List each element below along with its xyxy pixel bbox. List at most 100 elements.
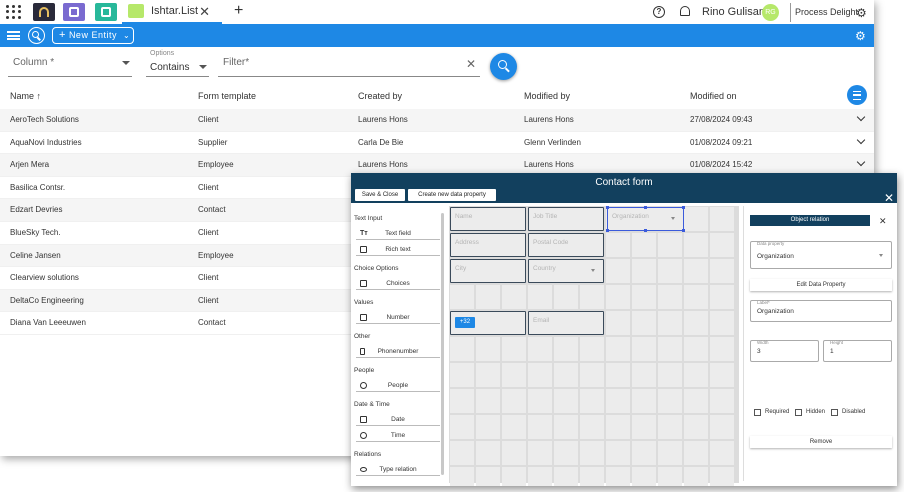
palette-text-field[interactable]: Tт Text field <box>356 228 440 240</box>
grid-cell[interactable] <box>502 363 526 387</box>
options-select[interactable]: Options Contains <box>146 50 209 77</box>
field-phone[interactable]: +32 <box>450 311 526 335</box>
grid-cell[interactable] <box>710 363 734 387</box>
resize-handle[interactable] <box>682 229 685 232</box>
field-address[interactable]: Address <box>450 233 526 257</box>
grid-cell[interactable] <box>450 415 474 439</box>
settings-gear-icon[interactable]: ⚙ <box>856 6 867 20</box>
save-close-button[interactable]: Save & Close <box>355 189 405 201</box>
grid-cell[interactable] <box>606 311 630 335</box>
grid-cell[interactable] <box>528 467 552 486</box>
palette-number[interactable]: Number <box>356 312 440 324</box>
menu-icon[interactable] <box>7 31 20 40</box>
palette-rich-text[interactable]: Rich text <box>356 244 440 256</box>
app-tile-1[interactable] <box>33 3 55 21</box>
grid-cell[interactable] <box>554 441 578 465</box>
grid-cell[interactable] <box>710 207 734 231</box>
grid-cell[interactable] <box>606 285 630 309</box>
help-icon[interactable]: ? <box>653 6 665 18</box>
grid-cell[interactable] <box>476 389 500 413</box>
grid-cell[interactable] <box>632 467 656 486</box>
toolbar-gear-icon[interactable]: ⚙ <box>855 29 866 43</box>
resize-handle[interactable] <box>644 206 647 209</box>
app-tile-3[interactable] <box>95 3 117 21</box>
search-toggle-button[interactable] <box>28 27 45 44</box>
grid-cell[interactable] <box>658 259 682 283</box>
grid-cell[interactable] <box>632 337 656 361</box>
grid-cell[interactable] <box>606 415 630 439</box>
resize-handle[interactable] <box>606 229 609 232</box>
grid-cell[interactable] <box>658 337 682 361</box>
grid-cell[interactable] <box>554 467 578 486</box>
field-city[interactable]: City <box>450 259 526 283</box>
grid-cell[interactable] <box>710 285 734 309</box>
grid-cell[interactable] <box>606 233 630 257</box>
grid-cell[interactable] <box>502 337 526 361</box>
grid-cell[interactable] <box>476 363 500 387</box>
grid-cell[interactable] <box>632 233 656 257</box>
grid-cell[interactable] <box>476 337 500 361</box>
grid-cell[interactable] <box>580 467 604 486</box>
grid-cell[interactable] <box>502 441 526 465</box>
grid-cell[interactable] <box>528 415 552 439</box>
grid-cell[interactable] <box>502 415 526 439</box>
grid-cell[interactable] <box>580 415 604 439</box>
field-organization[interactable]: Organization <box>606 206 685 232</box>
grid-cell[interactable] <box>502 467 526 486</box>
palette-scrollbar[interactable] <box>441 213 444 475</box>
grid-cell[interactable] <box>684 311 708 335</box>
expand-chevron-icon[interactable] <box>856 135 866 144</box>
palette-phonenumber[interactable]: Phonenumber <box>356 346 440 358</box>
tab-ishtar-list[interactable]: Ishtar.List ✕ <box>122 0 222 24</box>
field-name[interactable]: Name <box>450 207 526 231</box>
grid-cell[interactable] <box>450 363 474 387</box>
expand-chevron-icon[interactable] <box>856 112 866 122</box>
grid-cell[interactable] <box>528 337 552 361</box>
grid-cell[interactable] <box>658 233 682 257</box>
grid-cell[interactable] <box>632 415 656 439</box>
grid-cell[interactable] <box>528 285 552 309</box>
tab-close-icon[interactable]: ✕ <box>199 4 210 20</box>
grid-cell[interactable] <box>528 389 552 413</box>
grid-cell[interactable] <box>710 233 734 257</box>
grid-cell[interactable] <box>684 233 708 257</box>
table-row[interactable]: AquaNovi Industries Supplier Carla De Bi… <box>0 132 874 155</box>
resize-handle[interactable] <box>606 206 609 209</box>
grid-cell[interactable] <box>606 467 630 486</box>
form-canvas[interactable]: Name Job Title Organization Address Post… <box>449 206 739 486</box>
grid-cell[interactable] <box>476 467 500 486</box>
expand-chevron-icon[interactable] <box>856 157 866 167</box>
country-code-chip[interactable]: +32 <box>455 317 475 328</box>
field-email[interactable]: Email <box>528 311 604 335</box>
add-tab-icon[interactable]: + <box>234 2 243 20</box>
grid-cell[interactable] <box>632 311 656 335</box>
grid-cell[interactable] <box>450 285 474 309</box>
grid-cell[interactable] <box>632 441 656 465</box>
grid-cell[interactable] <box>580 441 604 465</box>
close-properties-icon[interactable]: ✕ <box>879 216 887 227</box>
grid-cell[interactable] <box>450 467 474 486</box>
data-property-select[interactable]: Data property Organization <box>750 241 892 269</box>
grid-cell[interactable] <box>710 415 734 439</box>
resize-handle[interactable] <box>644 229 647 232</box>
edit-data-property-button[interactable]: Edit Data Property <box>750 279 892 291</box>
grid-cell[interactable] <box>554 285 578 309</box>
hidden-checkbox[interactable] <box>795 409 802 416</box>
grid-cell[interactable] <box>658 311 682 335</box>
grid-cell[interactable] <box>710 441 734 465</box>
required-checkbox[interactable] <box>754 409 761 416</box>
close-icon[interactable]: ✕ <box>884 192 894 204</box>
palette-people[interactable]: People <box>356 380 440 392</box>
search-button[interactable] <box>490 53 517 80</box>
grid-cell[interactable] <box>554 389 578 413</box>
grid-cell[interactable] <box>476 415 500 439</box>
field-job-title[interactable]: Job Title <box>528 207 604 231</box>
grid-cell[interactable] <box>606 363 630 387</box>
grid-cell[interactable] <box>476 285 500 309</box>
grid-cell[interactable] <box>502 389 526 413</box>
grid-cell[interactable] <box>684 415 708 439</box>
grid-cell[interactable] <box>554 415 578 439</box>
column-select[interactable]: Column * <box>8 55 132 77</box>
grid-cell[interactable] <box>606 259 630 283</box>
table-row[interactable]: AeroTech Solutions Client Laurens Hons L… <box>0 109 874 132</box>
